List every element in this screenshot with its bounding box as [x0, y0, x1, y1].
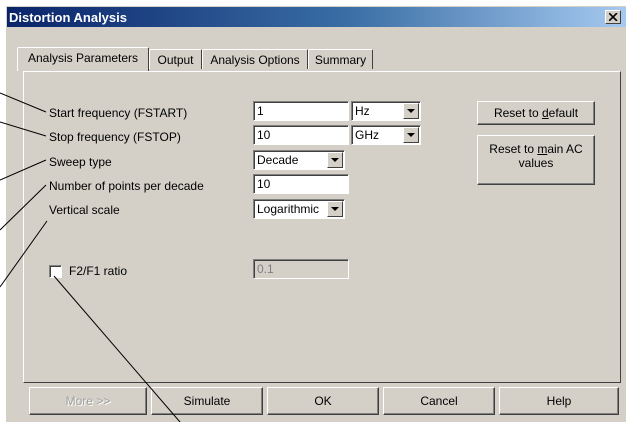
tab-label: Analysis Parameters — [27, 51, 139, 65]
simulate-button[interactable]: Simulate — [151, 387, 263, 415]
tab-analysis-parameters[interactable]: Analysis Parameters — [17, 47, 149, 71]
screenshot-canvas: Distortion Analysis Analysis Parameters … — [0, 0, 626, 422]
more-button: More >> — [29, 387, 147, 415]
close-button[interactable] — [605, 10, 621, 24]
distortion-analysis-dialog: Distortion Analysis Analysis Parameters … — [6, 6, 626, 422]
close-icon — [609, 13, 618, 21]
window-title: Distortion Analysis — [9, 10, 127, 25]
tab-label: Output — [157, 53, 194, 67]
ok-button-label: OK — [314, 394, 332, 408]
cancel-button[interactable]: Cancel — [383, 387, 495, 415]
more-button-label: More >> — [65, 394, 111, 408]
tab-analysis-options[interactable]: Analysis Options — [202, 49, 308, 69]
help-button[interactable]: Help — [499, 387, 619, 415]
tab-output[interactable]: Output — [149, 49, 202, 69]
ok-button[interactable]: OK — [267, 387, 379, 415]
tab-summary[interactable]: Summary — [308, 49, 373, 69]
tab-label: Summary — [314, 53, 367, 67]
simulate-button-label: Simulate — [183, 394, 231, 408]
tab-panel-analysis-parameters — [23, 71, 621, 383]
cancel-button-label: Cancel — [420, 394, 458, 408]
tab-label: Analysis Options — [210, 53, 300, 67]
title-bar[interactable]: Distortion Analysis — [7, 7, 626, 27]
help-button-label: Help — [546, 394, 572, 408]
